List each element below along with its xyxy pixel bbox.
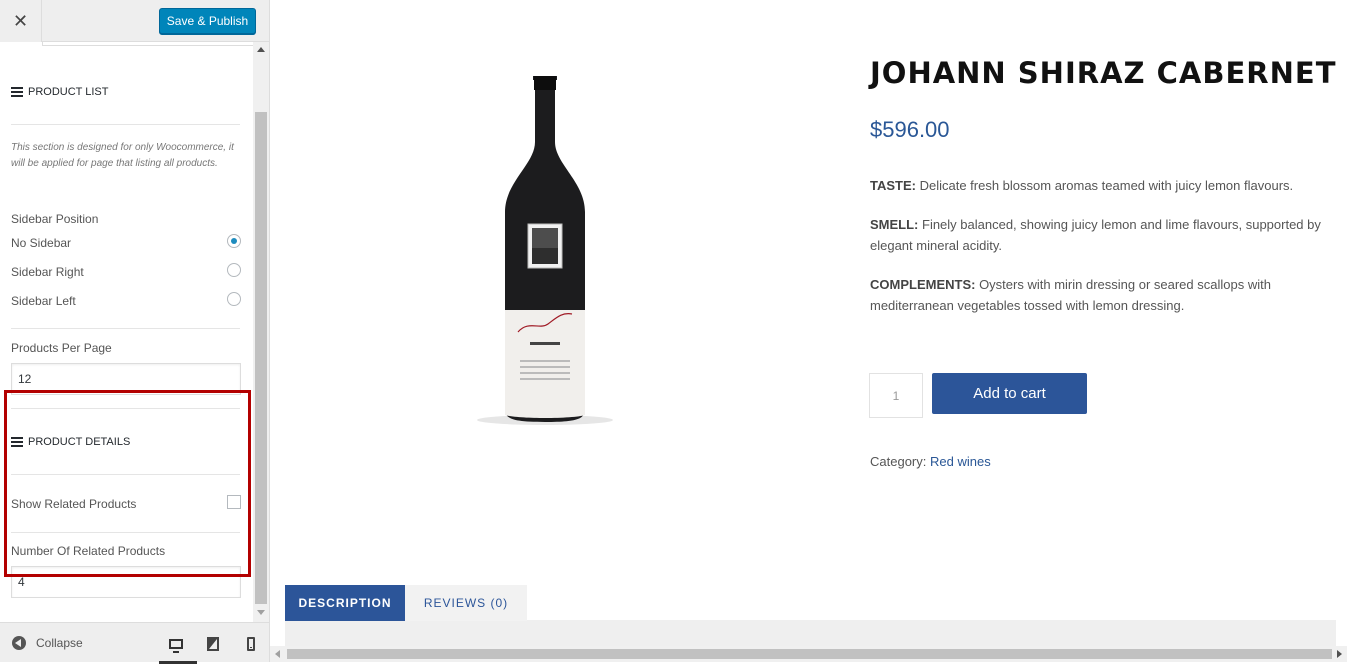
save-publish-button[interactable]: Save & Publish bbox=[159, 8, 256, 34]
complements-label: COMPLEMENTS: bbox=[870, 277, 976, 292]
smell-paragraph: SMELL: Finely balanced, showing juicy le… bbox=[870, 214, 1330, 256]
preview-horizontal-scrollbar[interactable] bbox=[270, 646, 1347, 662]
sidebar-right-radio[interactable] bbox=[227, 263, 241, 277]
customizer-footer: Collapse bbox=[0, 622, 269, 664]
smell-text: Finely balanced, showing juicy lemon and… bbox=[870, 217, 1321, 253]
product-category: Category: Red wines bbox=[870, 454, 991, 469]
sidebar-scrollbar[interactable] bbox=[253, 42, 269, 622]
category-link[interactable]: Red wines bbox=[930, 454, 991, 469]
close-icon: ✕ bbox=[12, 10, 29, 31]
list-icon bbox=[11, 87, 23, 97]
option-sidebar-left-label[interactable]: Sidebar Left bbox=[11, 294, 76, 308]
no-sidebar-radio[interactable] bbox=[227, 234, 241, 248]
smell-label: SMELL: bbox=[870, 217, 919, 232]
desktop-preview-button[interactable] bbox=[159, 635, 197, 664]
product-list-description: This section is designed for only Woocom… bbox=[11, 142, 234, 169]
collapse-icon[interactable] bbox=[12, 636, 26, 650]
scrollbar-thumb[interactable] bbox=[255, 112, 267, 604]
product-price: $596.00 bbox=[870, 117, 950, 142]
close-button[interactable]: ✕ bbox=[0, 0, 42, 42]
desktop-icon bbox=[169, 639, 183, 653]
divider bbox=[11, 328, 240, 329]
mobile-preview-button[interactable] bbox=[242, 635, 260, 653]
scroll-right-arrow-icon[interactable] bbox=[1337, 650, 1342, 658]
scroll-down-arrow-icon[interactable] bbox=[257, 610, 265, 615]
panel-tab-edge bbox=[42, 42, 253, 46]
sidebar-position-label: Sidebar Position bbox=[11, 212, 99, 226]
taste-paragraph: TASTE: Delicate fresh blossom aromas tea… bbox=[870, 175, 1330, 196]
tabs-content-area bbox=[285, 620, 1336, 646]
option-sidebar-right-label[interactable]: Sidebar Right bbox=[11, 265, 84, 279]
product-image bbox=[477, 76, 613, 425]
highlight-box bbox=[4, 390, 251, 577]
mobile-icon bbox=[247, 637, 255, 651]
customizer-header: ✕ Save & Publish bbox=[0, 0, 269, 42]
scroll-left-arrow-icon[interactable] bbox=[275, 650, 280, 658]
divider bbox=[11, 124, 240, 125]
product-title: JOHANN SHIRAZ CABERNET bbox=[870, 56, 1337, 90]
products-per-page-label: Products Per Page bbox=[11, 341, 112, 355]
quantity-input[interactable]: 1 bbox=[869, 373, 923, 418]
option-no-sidebar-label[interactable]: No Sidebar bbox=[11, 236, 71, 250]
tablet-preview-button[interactable] bbox=[204, 635, 222, 653]
sidebar-left-radio[interactable] bbox=[227, 292, 241, 306]
taste-text: Delicate fresh blossom aromas teamed wit… bbox=[915, 178, 1294, 193]
customizer-sidebar: ✕ Save & Publish PRODUCT LIST This secti… bbox=[0, 0, 270, 664]
taste-label: TASTE: bbox=[870, 178, 916, 193]
category-label: Category: bbox=[870, 454, 927, 469]
tab-reviews[interactable]: REVIEWS (0) bbox=[405, 585, 527, 621]
product-list-title: PRODUCT LIST bbox=[28, 86, 109, 98]
add-to-cart-button[interactable]: Add to cart bbox=[932, 373, 1087, 414]
tab-description[interactable]: DESCRIPTION bbox=[285, 585, 405, 621]
site-preview: JOHANN SHIRAZ CABERNET $596.00 TASTE: De… bbox=[270, 0, 1347, 662]
collapse-button[interactable]: Collapse bbox=[36, 636, 83, 650]
scrollbar-thumb[interactable] bbox=[287, 649, 1332, 659]
product-list-heading: PRODUCT LIST bbox=[11, 86, 108, 98]
scroll-up-arrow-icon[interactable] bbox=[257, 47, 265, 52]
complements-paragraph: COMPLEMENTS: Oysters with mirin dressing… bbox=[870, 274, 1330, 316]
tablet-icon bbox=[207, 637, 219, 651]
